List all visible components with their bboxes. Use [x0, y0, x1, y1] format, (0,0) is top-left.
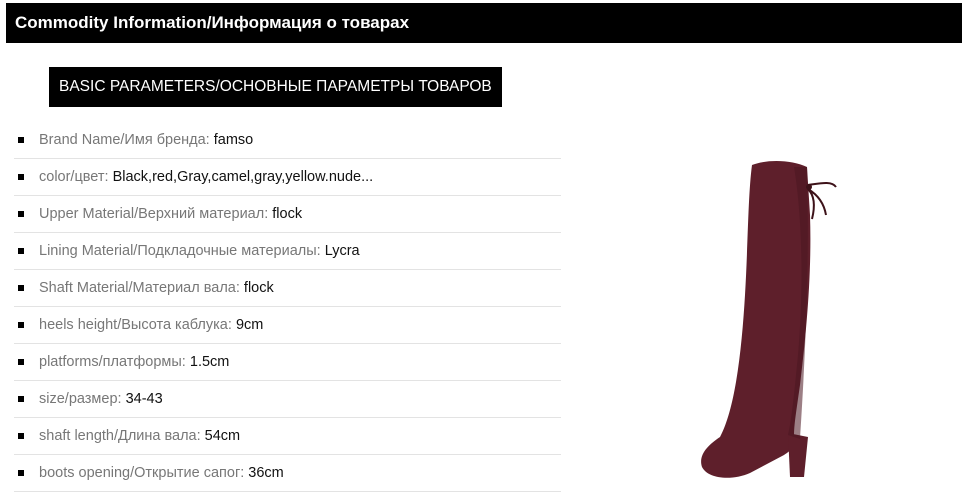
spec-row-color: color/цвет: Black,red,Gray,camel,gray,ye…: [14, 159, 561, 196]
spec-row-lining-material: Lining Material/Подкладочные материалы: …: [14, 233, 561, 270]
bullet-icon: [18, 248, 24, 254]
bullet-icon: [18, 433, 24, 439]
spec-row-shaft-length: shaft length/Длина вала: 54cm: [14, 418, 561, 455]
basic-parameters-label: BASIC PARAMETERS/ОСНОВНЫЕ ПАРАМЕТРЫ ТОВА…: [49, 67, 502, 107]
spec-value: famso: [213, 132, 254, 148]
spec-label: Lining Material/Подкладочные материалы:: [39, 243, 321, 259]
spec-label: size/размер:: [39, 391, 122, 407]
spec-value: 34-43: [125, 391, 163, 407]
header-title: Commodity Information/Информация о товар…: [15, 13, 410, 32]
spec-value: 9cm: [235, 317, 264, 333]
spec-row-boots-opening: boots opening/Открытие сапог: 36cm: [14, 455, 561, 492]
spec-value: 54cm: [204, 428, 241, 444]
boot-product-image: [701, 161, 837, 478]
spec-value: Lycra: [324, 243, 360, 259]
spec-label: Upper Material/Верхний материал:: [39, 206, 269, 222]
spec-value: 36cm: [248, 465, 284, 481]
spec-row-heel-height: heels height/Высота каблука: 9cm: [14, 307, 561, 344]
spec-row-size: size/размер: 34-43: [14, 381, 561, 418]
bullet-icon: [18, 396, 24, 402]
spec-value: flock: [272, 206, 303, 222]
bullet-icon: [18, 211, 24, 217]
spec-label: shaft length/Длина вала:: [39, 428, 201, 444]
spec-label: platforms/платформы:: [39, 354, 186, 370]
bullet-icon: [18, 322, 24, 328]
boot-lace-tie: [807, 182, 837, 220]
spec-label: Brand Name/Имя бренда:: [39, 132, 210, 148]
spec-row-platforms: platforms/платформы: 1.5cm: [14, 344, 561, 381]
bullet-icon: [18, 285, 24, 291]
bullet-icon: [18, 137, 24, 143]
spec-label: color/цвет:: [39, 169, 109, 185]
spec-label: Shaft Material/Материал вала:: [39, 280, 240, 296]
spec-row-upper-material: Upper Material/Верхний материал: flock: [14, 196, 561, 233]
boot-heel: [788, 433, 808, 477]
commodity-info-header: Commodity Information/Информация о товар…: [6, 3, 962, 43]
bullet-icon: [18, 359, 24, 365]
spec-list: Brand Name/Имя бренда: famso color/цвет:…: [14, 122, 561, 492]
spec-row-brand: Brand Name/Имя бренда: famso: [14, 122, 561, 159]
bullet-icon: [18, 470, 24, 476]
spec-row-shaft-material: Shaft Material/Материал вала: flock: [14, 270, 561, 307]
spec-value: 1.5cm: [189, 354, 230, 370]
spec-label: heels height/Высота каблука:: [39, 317, 232, 333]
spec-value: Black,red,Gray,camel,gray,yellow.nude...: [112, 169, 374, 185]
spec-value: flock: [243, 280, 274, 296]
bullet-icon: [18, 174, 24, 180]
section-label-text: BASIC PARAMETERS/ОСНОВНЫЕ ПАРАМЕТРЫ ТОВА…: [59, 78, 492, 95]
boot-lace-knot: [806, 184, 812, 190]
spec-label: boots opening/Открытие сапог:: [39, 465, 245, 481]
